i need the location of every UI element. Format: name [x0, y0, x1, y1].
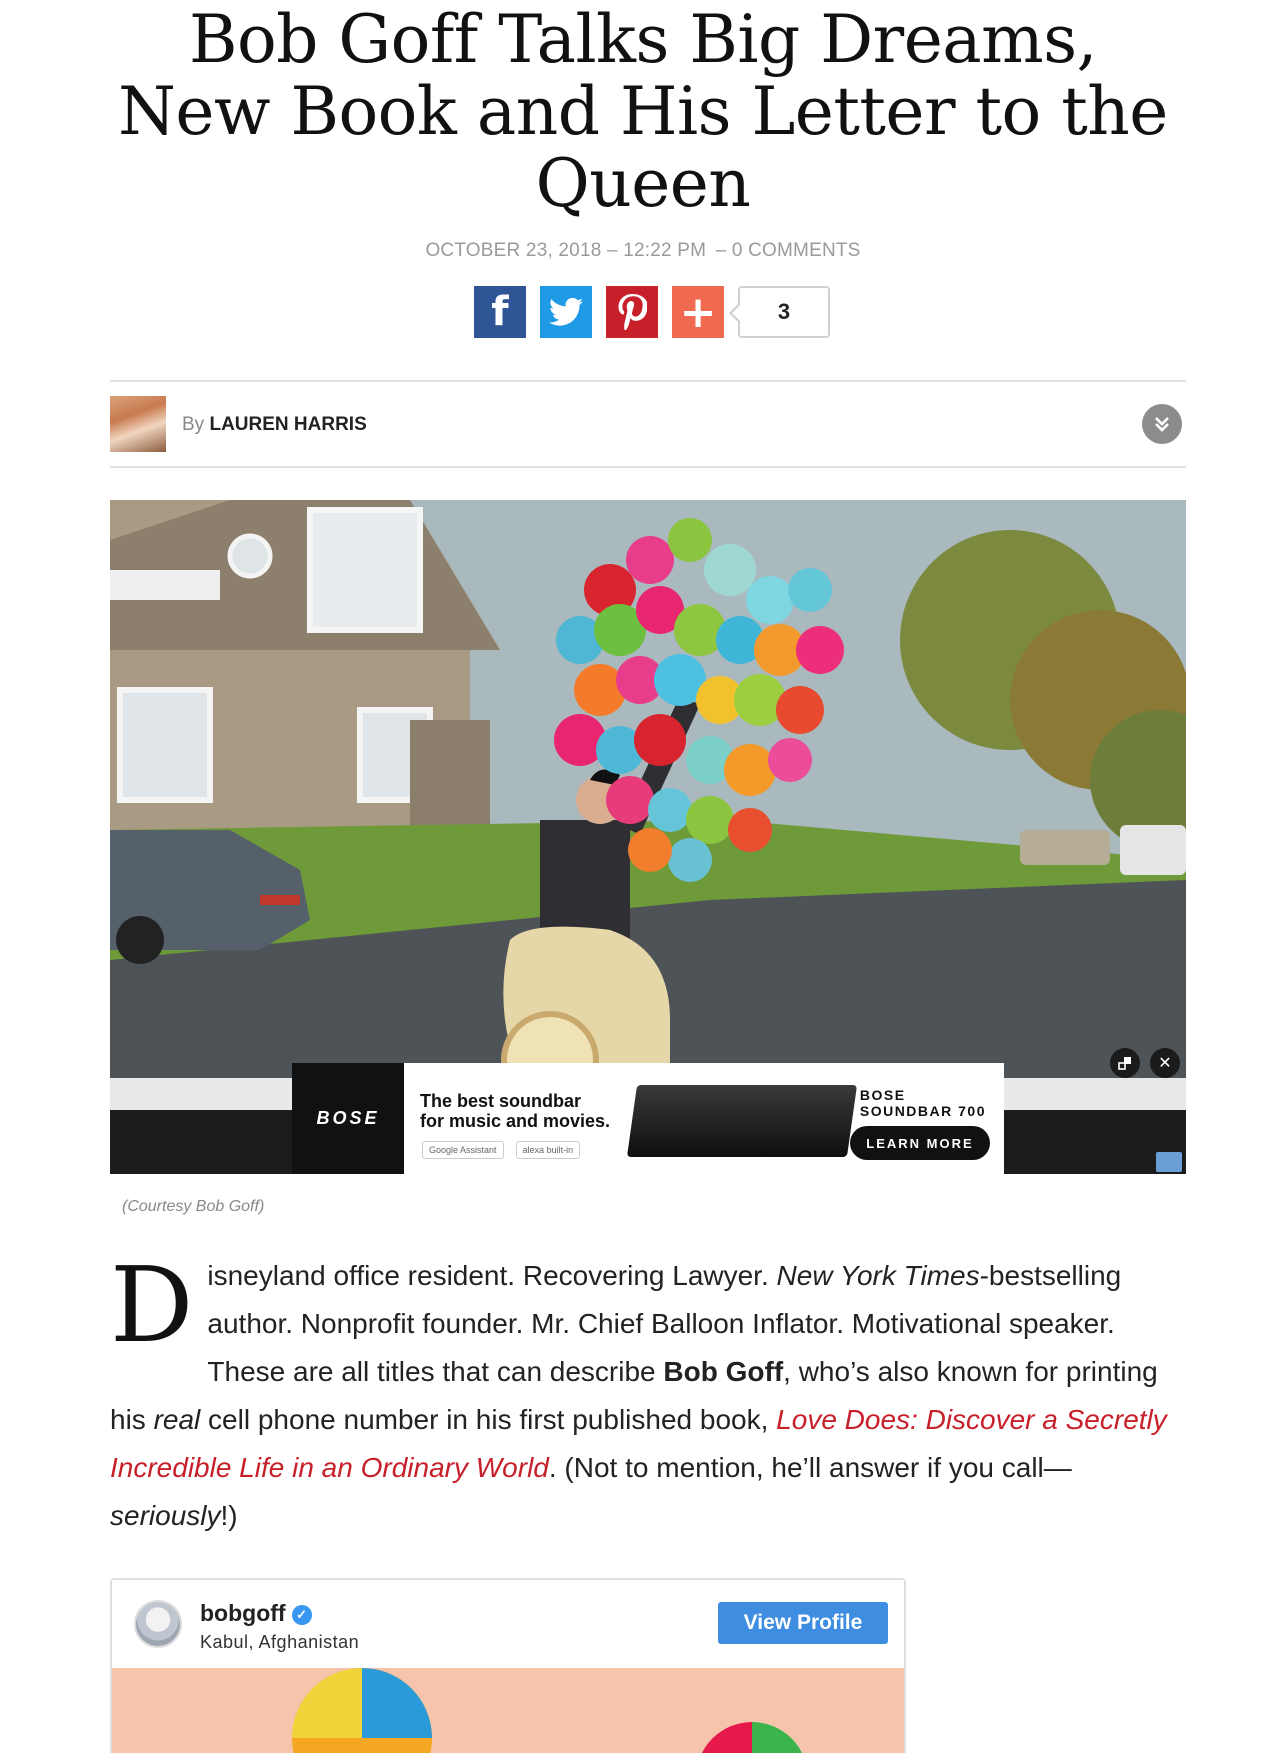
share-bar: f + 3 — [474, 286, 830, 338]
text-segment: . (Not to mention, he’ll answer if you c… — [548, 1452, 1072, 1483]
instagram-username-row: bobgoff ✓ — [200, 1600, 312, 1627]
bob-goff-bold: Bob Goff — [663, 1356, 784, 1387]
expand-icon — [1118, 1057, 1131, 1070]
seriously-emphasis: seriously — [110, 1500, 221, 1531]
instagram-photo[interactable] — [112, 1668, 904, 1753]
text-segment: cell phone number in his first published… — [200, 1404, 777, 1435]
instagram-photo-art — [292, 1668, 803, 1753]
text-segment: !) — [220, 1500, 238, 1531]
facebook-icon: f — [491, 289, 509, 335]
drop-cap: D — [110, 1244, 194, 1366]
comments-link[interactable]: – 0 COMMENTS — [716, 240, 861, 261]
real-emphasis: real — [153, 1404, 201, 1435]
ad-product-line1: BOSE — [859, 1087, 906, 1103]
learn-more-button[interactable]: LEARN MORE — [850, 1126, 990, 1160]
pinterest-icon — [618, 294, 647, 330]
facebook-share-button[interactable]: f — [474, 286, 526, 338]
ad-brand-logo: BOSE — [292, 1063, 404, 1174]
ad-product-name: BOSE SOUNDBAR 700 — [860, 1087, 986, 1119]
ad-chips: Google Assistant alexa built-in — [422, 1141, 581, 1159]
share-count: 3 — [729, 286, 830, 338]
byline-bar: By LAUREN HARRIS — [110, 380, 1186, 468]
ad-product-line2: SOUNDBAR 700 — [859, 1103, 986, 1119]
pinterest-share-button[interactable] — [606, 286, 658, 338]
google-assistant-chip: Google Assistant — [422, 1141, 504, 1159]
close-icon: ✕ — [1158, 1055, 1172, 1072]
instagram-avatar[interactable] — [134, 1600, 182, 1648]
instagram-location[interactable]: Kabul, Afghanistan — [200, 1632, 359, 1653]
more-share-button[interactable]: + — [672, 286, 724, 338]
author-avatar[interactable] — [110, 396, 166, 452]
twitter-icon — [549, 297, 583, 326]
ad-copy-line2: for music and movies. — [420, 1111, 611, 1131]
article-title: Bob Goff Talks Big Dreams, New Book and … — [118, 1, 1168, 222]
nyt-emphasis: New York Times — [776, 1260, 980, 1291]
expand-author-button[interactable] — [1142, 404, 1182, 444]
ad-copy: The best soundbar for music and movies. — [420, 1091, 610, 1131]
banner-ad[interactable]: BOSE The best soundbar for music and mov… — [292, 1063, 1004, 1174]
adchoices-icon[interactable] — [1156, 1152, 1182, 1172]
article-paragraph: Disneyland office resident. Recovering L… — [110, 1252, 1170, 1540]
plus-icon: + — [679, 286, 717, 338]
article-date: OCTOBER 23, 2018 – 12:22 PM — [425, 240, 707, 261]
instagram-username[interactable]: bobgoff — [200, 1600, 286, 1626]
verified-badge-icon: ✓ — [291, 1605, 312, 1625]
image-caption: (Courtesy Bob Goff) — [122, 1198, 265, 1215]
ad-copy-line1: The best soundbar — [420, 1091, 582, 1111]
author-name-link[interactable]: LAUREN HARRIS — [209, 414, 366, 435]
ad-close-button[interactable]: ✕ — [1150, 1048, 1180, 1078]
text-segment: isneyland office resident. Recovering La… — [207, 1260, 777, 1291]
byline: By LAUREN HARRIS — [182, 414, 367, 436]
byline-prefix: By — [182, 414, 205, 435]
instagram-embed: bobgoff ✓ Kabul, Afghanistan View Profile — [110, 1578, 906, 1753]
article-meta: OCTOBER 23, 2018 – 12:22 PM – 0 COMMENTS — [0, 240, 1286, 262]
ad-expand-button[interactable] — [1110, 1048, 1140, 1078]
twitter-share-button[interactable] — [540, 286, 592, 338]
double-chevron-down-icon — [1155, 417, 1169, 432]
soundbar-product-image — [626, 1085, 858, 1157]
view-profile-button[interactable]: View Profile — [718, 1602, 888, 1644]
alexa-chip: alexa built-in — [515, 1141, 581, 1159]
